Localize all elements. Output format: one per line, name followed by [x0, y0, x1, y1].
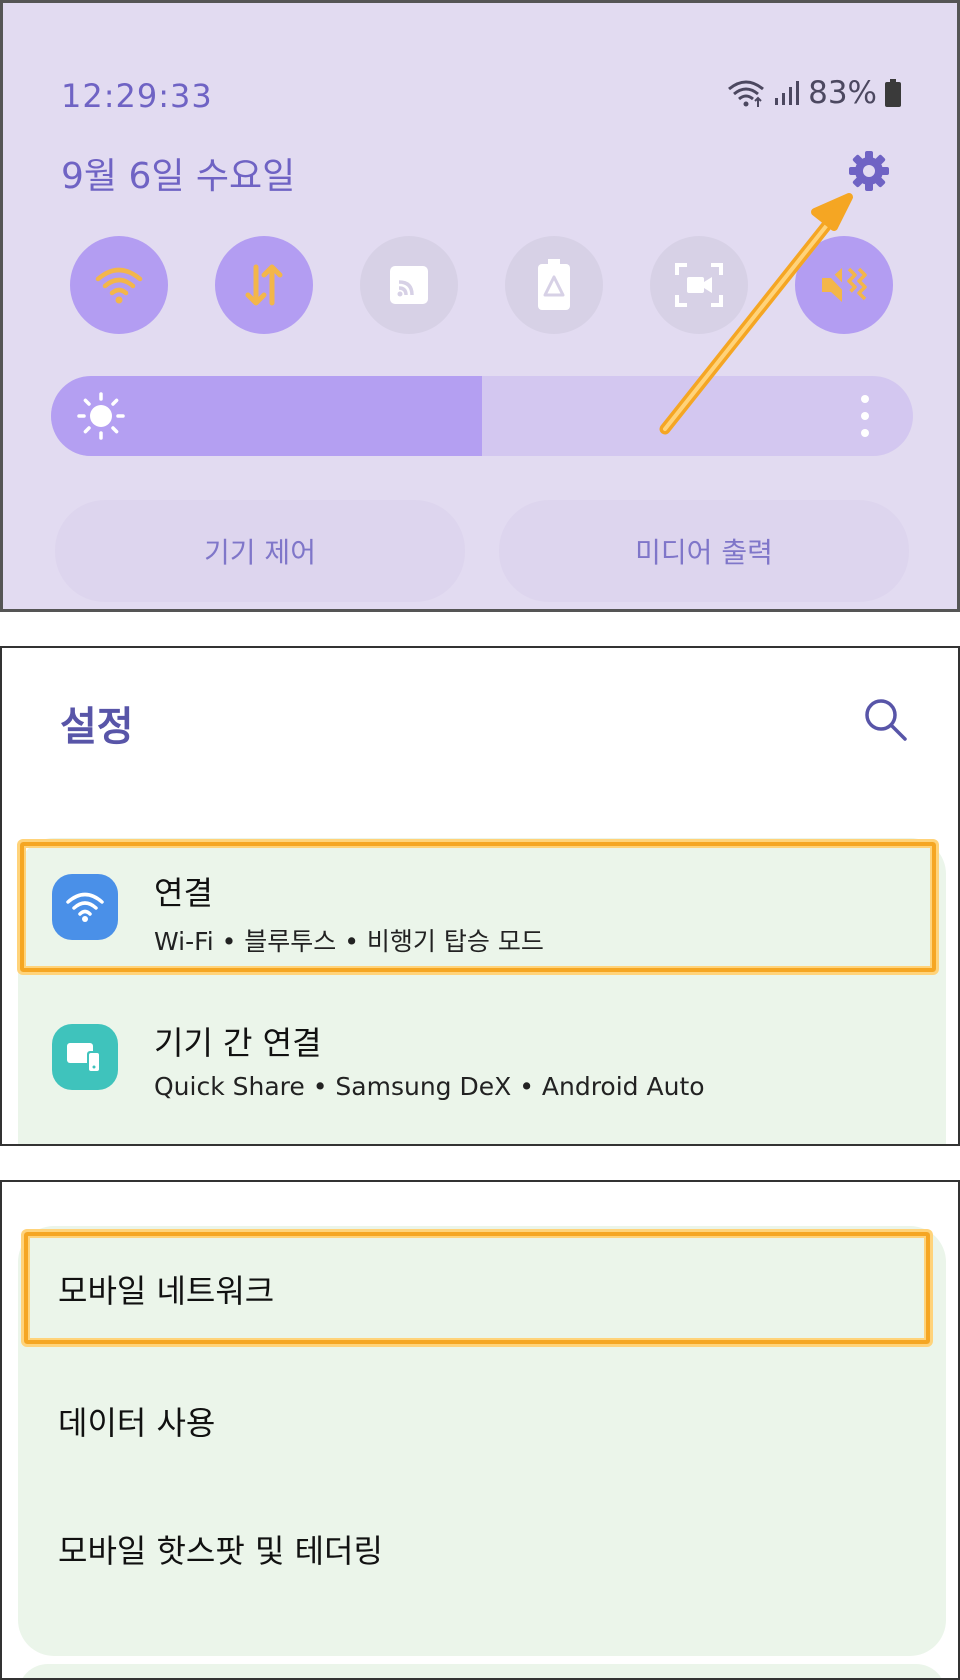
menu-item-data-usage[interactable]: 데이터 사용	[58, 1398, 215, 1444]
cast-tile[interactable]	[360, 236, 458, 334]
settings-gear-icon[interactable]	[847, 149, 891, 193]
settings-screen: 설정 연결 Wi-Fi • 블루투스 • 비행기 탑승 모드 기기 간 연결 Q…	[0, 646, 960, 1146]
battery-icon	[885, 79, 901, 107]
connections-group-card: 모바일 네트워크 데이터 사용 모바일 핫스팟 및 테더링	[18, 1226, 946, 1656]
sound-mode-tile[interactable]	[795, 236, 893, 334]
wifi-status-icon	[728, 80, 765, 107]
settings-item-subtitle: Wi-Fi • 블루투스 • 비행기 탑승 모드	[154, 927, 544, 956]
search-icon[interactable]	[862, 696, 908, 742]
data-arrows-icon	[245, 264, 283, 306]
status-bar-icons: 83%	[726, 75, 901, 111]
settings-item-connections[interactable]: 연결 Wi-Fi • 블루투스 • 비행기 탑승 모드	[18, 838, 946, 978]
settings-item-connected-devices[interactable]: 기기 간 연결 Quick Share • Samsung DeX • Andr…	[18, 988, 946, 1128]
settings-item-subtitle: Quick Share • Samsung DeX • Android Auto	[154, 1072, 705, 1101]
quick-settings-panel: 12:29:33 9월 6일 수요일 83% 기기 제어 미디어 출력	[0, 0, 960, 612]
more-options-icon[interactable]	[861, 394, 869, 438]
device-control-button[interactable]: 기기 제어	[55, 500, 465, 602]
menu-item-hotspot-tethering[interactable]: 모바일 핫스팟 및 테더링	[58, 1526, 383, 1572]
devices-icon	[67, 1043, 101, 1073]
page-title: 설정	[60, 704, 134, 750]
screen-recorder-tile[interactable]	[650, 236, 748, 334]
power-saving-tile[interactable]	[505, 236, 603, 334]
connected-devices-icon-badge	[52, 1024, 118, 1090]
battery-saver-icon	[538, 259, 570, 310]
cast-icon	[390, 266, 428, 304]
wifi-icon	[95, 267, 143, 304]
connections-group-card-next	[18, 1664, 946, 1678]
brightness-slider[interactable]	[51, 376, 913, 456]
vibrate-icon	[822, 265, 867, 305]
clock: 12:29:33	[61, 77, 213, 115]
settings-item-title: 연결	[154, 874, 213, 912]
mobile-data-tile[interactable]	[215, 236, 313, 334]
signal-icon	[775, 81, 800, 105]
wifi-icon	[66, 892, 104, 922]
media-output-button[interactable]: 미디어 출력	[499, 500, 909, 602]
settings-group-card: 연결 Wi-Fi • 블루투스 • 비행기 탑승 모드 기기 간 연결 Quic…	[18, 838, 946, 1144]
battery-percentage: 83%	[808, 75, 877, 111]
connections-screen: 모바일 네트워크 데이터 사용 모바일 핫스팟 및 테더링	[0, 1180, 960, 1680]
menu-item-mobile-networks[interactable]: 모바일 네트워크	[58, 1266, 274, 1312]
settings-item-title: 기기 간 연결	[154, 1024, 322, 1062]
sun-icon	[77, 392, 125, 440]
date: 9월 6일 수요일	[61, 156, 296, 197]
screen-record-icon	[675, 263, 723, 307]
connections-icon-badge	[52, 874, 118, 940]
wifi-tile[interactable]	[70, 236, 168, 334]
